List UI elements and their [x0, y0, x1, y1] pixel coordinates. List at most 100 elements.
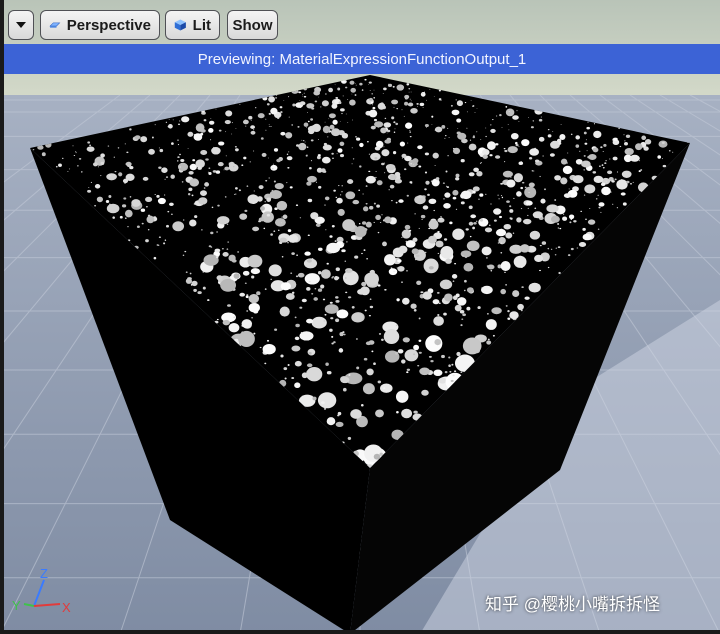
pebble: [326, 242, 341, 254]
pebble: [451, 363, 454, 366]
pebble: [261, 152, 267, 157]
pebble: [261, 211, 274, 223]
pebble: [233, 316, 236, 319]
pebble: [274, 207, 278, 211]
pebble: [420, 92, 426, 97]
pebble: [339, 194, 342, 196]
viewport-toolbar: Perspective Lit Show: [0, 0, 720, 44]
pebble: [414, 258, 417, 261]
pebble: [644, 139, 652, 145]
pebble: [226, 223, 229, 225]
pebble: [129, 196, 132, 198]
pebble: [624, 142, 628, 146]
pebble: [333, 341, 336, 344]
show-button[interactable]: Show: [227, 10, 278, 40]
pebble: [447, 127, 449, 129]
pebble: [124, 217, 127, 219]
pebble: [569, 221, 572, 224]
pebble: [364, 78, 367, 81]
pebble: [250, 120, 252, 121]
pebble: [235, 193, 237, 195]
pebble: [445, 258, 452, 264]
lit-button[interactable]: Lit: [165, 10, 220, 40]
pebble: [490, 124, 492, 126]
viewport-menu-button[interactable]: [8, 10, 34, 40]
pebble: [487, 338, 490, 341]
pebble: [140, 136, 148, 143]
pebble: [371, 350, 374, 353]
pebble: [520, 178, 523, 180]
pebble: [314, 100, 318, 103]
pebble: [466, 127, 468, 129]
pebble: [672, 151, 674, 153]
pebble: [203, 254, 219, 266]
pebble: [398, 199, 404, 203]
pebble: [446, 186, 450, 189]
pebble: [215, 256, 219, 259]
pebble: [519, 244, 530, 253]
pebble: [193, 288, 197, 292]
pebble: [368, 84, 370, 85]
pebble: [335, 318, 340, 323]
pebble: [372, 106, 376, 110]
pebble: [322, 125, 331, 134]
pebble: [451, 109, 460, 116]
pebble: [377, 284, 381, 287]
pebble: [473, 221, 477, 225]
pebble: [271, 189, 274, 192]
pebble: [231, 133, 233, 135]
pebble: [272, 163, 274, 165]
pebble: [98, 156, 101, 158]
pebble: [384, 117, 387, 120]
pebble: [585, 139, 587, 141]
pebble: [555, 247, 558, 249]
perspective-button[interactable]: Perspective: [40, 10, 160, 40]
pebble: [541, 241, 547, 245]
pebble: [58, 163, 62, 167]
x-axis-label: X: [62, 600, 71, 615]
pebble: [268, 96, 275, 103]
pebble: [493, 219, 497, 222]
pebble: [341, 249, 346, 253]
pebble: [347, 99, 349, 101]
pebble: [441, 125, 446, 129]
pebble: [351, 163, 353, 165]
pebble: [203, 119, 207, 122]
pebble: [538, 136, 545, 142]
pebble: [460, 324, 463, 327]
pebble: [214, 248, 221, 253]
pebble: [340, 376, 350, 384]
pebble: [395, 122, 399, 126]
pebble: [339, 141, 345, 146]
pebble: [375, 409, 384, 418]
pebble: [406, 368, 411, 371]
pebble: [515, 141, 518, 145]
pebble: [217, 161, 224, 167]
viewport-scene[interactable]: [0, 0, 720, 634]
pebble: [365, 341, 372, 346]
pebble: [401, 236, 403, 238]
axis-gizmo: Z Y X: [12, 566, 71, 615]
pebble: [383, 387, 386, 389]
pebble: [291, 124, 294, 126]
pebble: [628, 150, 633, 155]
pebble: [465, 228, 469, 231]
perspective-view-icon: [49, 22, 61, 28]
pebble: [327, 136, 329, 138]
pebble: [510, 217, 513, 220]
pebble: [559, 227, 562, 230]
pebble: [375, 171, 377, 173]
pebble: [306, 146, 309, 148]
pebble: [237, 251, 239, 253]
pebble: [423, 91, 426, 93]
pebble: [274, 328, 278, 331]
pebble: [466, 240, 480, 252]
pebble: [390, 174, 397, 181]
pebble: [184, 250, 187, 253]
pebble: [460, 201, 465, 205]
pebble: [270, 164, 278, 171]
pebble: [444, 192, 451, 198]
pebble: [192, 159, 196, 162]
preview-viewport[interactable]: Perspective Lit Show Previewing: Materia…: [0, 0, 720, 634]
pebble: [518, 161, 524, 165]
